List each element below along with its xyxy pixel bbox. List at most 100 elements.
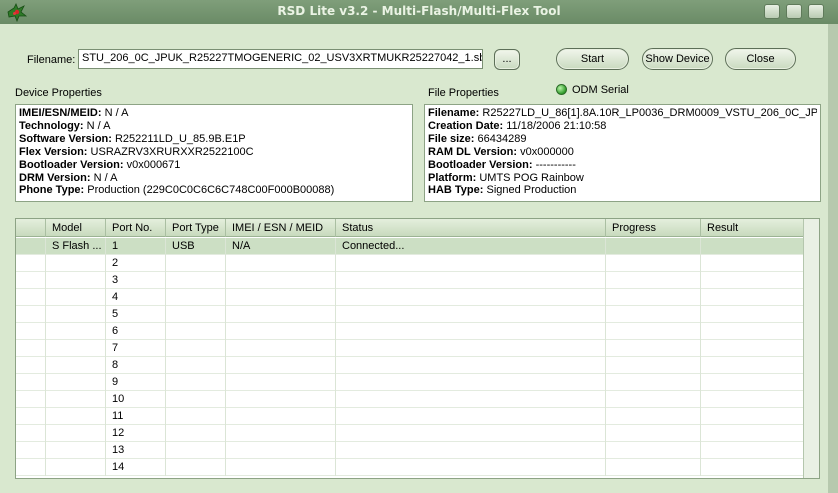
property-value: Signed Production	[483, 184, 577, 197]
column-header-result[interactable]: Result	[701, 219, 806, 237]
cell-result	[701, 357, 806, 374]
cell-model	[46, 374, 106, 391]
cell-progress	[606, 374, 701, 391]
file-properties-panel: Filename: R25227LD_U_86[1].8A.10R_LP0036…	[424, 104, 821, 202]
property-value: USRAZRV3XRURXXR2522100C	[87, 145, 254, 158]
cell-port-no: 11	[106, 408, 166, 425]
cell-progress	[606, 255, 701, 272]
cell-result	[701, 442, 806, 459]
property-row: Filename: R25227LD_U_86[1].8A.10R_LP0036…	[428, 107, 817, 120]
cell-status	[336, 306, 606, 323]
property-key: Software Version:	[19, 132, 112, 145]
table-row[interactable]: 6	[16, 323, 819, 340]
cell-port-no: 2	[106, 255, 166, 272]
cell-port-type	[166, 391, 226, 408]
cell-progress	[606, 391, 701, 408]
cell-imei	[226, 425, 336, 442]
device-grid[interactable]: Model Port No. Port Type IMEI / ESN / MEID S…	[15, 218, 820, 479]
column-header-port-no[interactable]: Port No.	[106, 219, 166, 237]
cell-blank	[16, 306, 46, 323]
property-row: Platform: UMTS POG Rainbow	[428, 172, 817, 185]
table-row[interactable]: 9	[16, 374, 819, 391]
cell-port-no: 6	[106, 323, 166, 340]
browse-button[interactable]: ...	[494, 49, 520, 70]
column-header-imei[interactable]: IMEI / ESN / MEID	[226, 219, 336, 237]
property-key: Filename:	[428, 107, 480, 119]
table-row[interactable]: 4	[16, 289, 819, 306]
cell-model	[46, 357, 106, 374]
cell-model	[46, 425, 106, 442]
table-row[interactable]: 10	[16, 391, 819, 408]
cell-status	[336, 408, 606, 425]
table-row[interactable]: 11	[16, 408, 819, 425]
property-key: Phone Type:	[19, 184, 85, 197]
cell-imei	[226, 391, 336, 408]
property-row: Flex Version: USRAZRV3XRURXXR2522100C	[19, 146, 409, 159]
table-row[interactable]: S Flash ... 1 USB N/A Connected...	[16, 238, 819, 255]
cell-status	[336, 374, 606, 391]
column-header-model[interactable]: Model	[46, 219, 106, 237]
property-value: R252211LD_U_85.9B.E1P	[111, 132, 246, 145]
cell-port-no: 10	[106, 391, 166, 408]
cell-progress	[606, 272, 701, 289]
cell-model	[46, 306, 106, 323]
table-row[interactable]: 5	[16, 306, 819, 323]
title-bar[interactable]: RSD Lite v3.2 - Multi-Flash/Multi-Flex T…	[0, 0, 838, 24]
cell-model	[46, 408, 106, 425]
cell-progress	[606, 340, 701, 357]
cell-model	[46, 391, 106, 408]
cell-status: Connected...	[336, 238, 606, 255]
property-key: Bootloader Version:	[19, 158, 124, 171]
close-window-button[interactable]	[808, 4, 824, 19]
cell-blank	[16, 272, 46, 289]
cell-imei	[226, 255, 336, 272]
device-properties-title: Device Properties	[15, 87, 102, 99]
column-header-blank[interactable]	[16, 219, 46, 237]
property-value: 66434289	[474, 132, 527, 145]
cell-port-no: 13	[106, 442, 166, 459]
cell-port-no: 1	[106, 238, 166, 255]
show-device-button[interactable]: Show Device	[642, 48, 713, 70]
table-row[interactable]: 7	[16, 340, 819, 357]
property-key: DRM Version:	[19, 171, 91, 184]
maximize-button[interactable]	[786, 4, 802, 19]
table-row[interactable]: 13	[16, 442, 819, 459]
cell-result	[701, 255, 806, 272]
cell-status	[336, 272, 606, 289]
cell-status	[336, 255, 606, 272]
cell-imei	[226, 272, 336, 289]
cell-status	[336, 289, 606, 306]
property-value: N / A	[90, 171, 118, 184]
cell-progress	[606, 306, 701, 323]
cell-blank	[16, 459, 46, 476]
property-row: Software Version: R252211LD_U_85.9B.E1P	[19, 133, 409, 146]
table-row[interactable]: 14	[16, 459, 819, 476]
cell-blank	[16, 289, 46, 306]
cell-result	[701, 374, 806, 391]
minimize-button[interactable]	[764, 4, 780, 19]
grid-scrollbar[interactable]	[803, 219, 819, 478]
property-row: Technology: N / A	[19, 120, 409, 133]
cell-blank	[16, 374, 46, 391]
start-button[interactable]: Start	[556, 48, 629, 70]
close-button[interactable]: Close	[725, 48, 796, 70]
property-value: N / A	[101, 107, 129, 119]
cell-model	[46, 340, 106, 357]
table-row[interactable]: 12	[16, 425, 819, 442]
cell-result	[701, 425, 806, 442]
column-header-status[interactable]: Status	[336, 219, 606, 237]
cell-progress	[606, 357, 701, 374]
cell-blank	[16, 238, 46, 255]
cell-blank	[16, 408, 46, 425]
table-row[interactable]: 2	[16, 255, 819, 272]
table-row[interactable]: 3	[16, 272, 819, 289]
table-row[interactable]: 8	[16, 357, 819, 374]
column-header-port-type[interactable]: Port Type	[166, 219, 226, 237]
property-row: Bootloader Version: v0x000671	[19, 159, 409, 172]
cell-blank	[16, 391, 46, 408]
column-header-progress[interactable]: Progress	[606, 219, 701, 237]
property-row: RAM DL Version: v0x000000	[428, 146, 817, 159]
property-value: v0x000000	[517, 145, 574, 158]
filename-field[interactable]: STU_206_0C_JPUK_R25227TMOGENERIC_02_USV3…	[78, 49, 483, 69]
cell-status	[336, 340, 606, 357]
